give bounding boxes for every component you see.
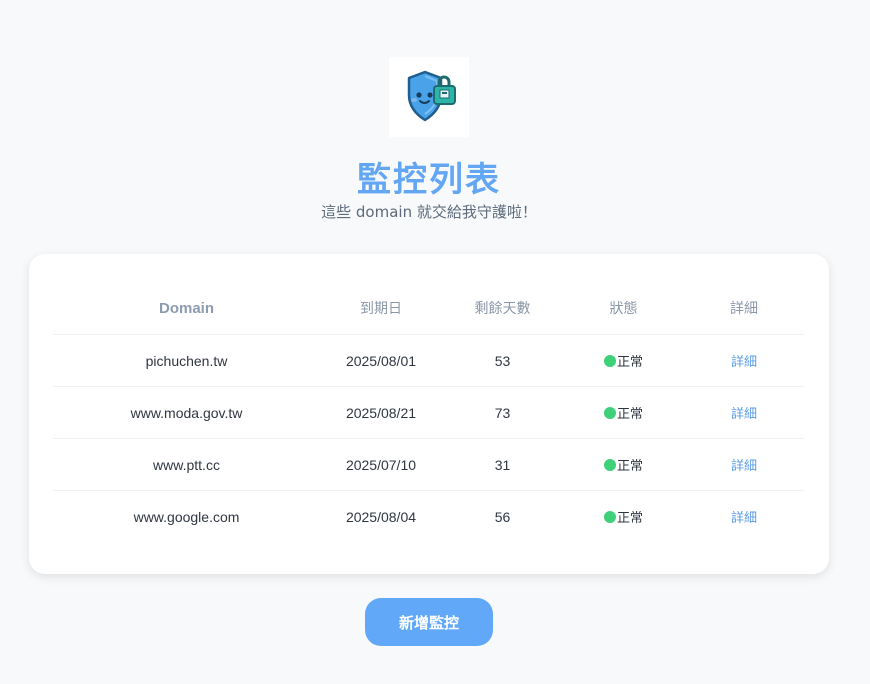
domain-cell: www.moda.gov.tw: [53, 386, 320, 439]
monitor-list-card: Domain 到期日 剩餘天數 狀態 詳細 pichuchen.tw 2025/…: [29, 254, 829, 574]
monitor-table: Domain 到期日 剩餘天數 狀態 詳細 pichuchen.tw 2025/…: [53, 282, 804, 542]
page: 監控列表 這些 domain 就交給我守護啦！ Domain 到期日 剩餘天數 …: [0, 0, 870, 684]
column-header-detail: 詳細: [684, 282, 804, 335]
status-label: 正常: [616, 459, 643, 474]
days-left-cell: 73: [442, 386, 563, 439]
table-header-row: Domain 到期日 剩餘天數 狀態 詳細: [53, 282, 804, 335]
status-dot-icon: [603, 354, 616, 367]
detail-link[interactable]: 詳細: [731, 459, 757, 474]
detail-link[interactable]: 詳細: [731, 407, 757, 422]
column-header-days-left: 剩餘天數: [442, 282, 563, 335]
expiry-cell: 2025/08/01: [320, 334, 442, 387]
table-row: pichuchen.tw 2025/08/01 53 正常 詳細: [53, 334, 804, 387]
domain-cell: www.ptt.cc: [53, 438, 320, 491]
detail-cell: 詳細: [684, 386, 804, 439]
status-label: 正常: [616, 407, 643, 422]
days-left-cell: 31: [442, 438, 563, 491]
status-dot-icon: [603, 510, 616, 523]
expiry-cell: 2025/07/10: [320, 438, 442, 491]
column-header-domain: Domain: [53, 282, 320, 335]
days-left-cell: 56: [494, 508, 511, 525]
status-label: 正常: [616, 355, 643, 370]
status-badge: 正常: [603, 403, 643, 422]
detail-cell: 詳細: [684, 438, 804, 491]
expiry-cell: 2025/08/04: [345, 508, 417, 525]
detail-link[interactable]: 詳細: [731, 355, 757, 370]
status-badge: 正常: [603, 351, 643, 370]
status-dot-icon: [603, 458, 616, 471]
detail-cell: 詳細: [684, 334, 804, 387]
status-badge: 正常: [603, 455, 643, 474]
page-title: 監控列表: [357, 160, 501, 200]
table-row: www.google.com 2025/08/04 56 正常 詳細: [53, 491, 804, 543]
logo: [389, 57, 469, 137]
domain-cell: www.google.com: [133, 508, 240, 525]
column-header-expiry: 到期日: [320, 282, 442, 335]
domain-cell: pichuchen.tw: [53, 334, 320, 387]
detail-link[interactable]: 詳細: [731, 511, 757, 526]
page-subtitle: 這些 domain 就交給我守護啦！: [321, 203, 537, 221]
table-row: www.moda.gov.tw 2025/08/21 73 正常 詳細: [53, 386, 804, 439]
expiry-cell: 2025/08/21: [320, 386, 442, 439]
detail-cell: 詳細: [684, 491, 804, 543]
status-cell: 正常: [563, 438, 684, 491]
column-header-status: 狀態: [563, 282, 684, 335]
status-dot-icon: [603, 406, 616, 419]
days-left-cell: 53: [442, 334, 563, 387]
status-cell: 正常: [563, 334, 684, 387]
status-cell: 正常: [563, 491, 684, 543]
shield-lock-icon: [407, 70, 456, 122]
add-monitor-button[interactable]: 新增監控: [365, 598, 493, 646]
status-cell: 正常: [563, 386, 684, 439]
status-label: 正常: [616, 511, 643, 526]
status-badge: 正常: [603, 507, 643, 526]
table-row: www.ptt.cc 2025/07/10 31 正常 詳細: [53, 438, 804, 491]
